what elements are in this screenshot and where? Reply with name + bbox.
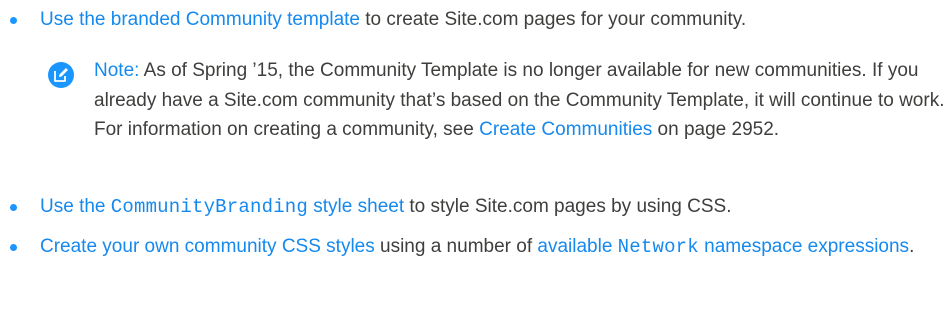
list-item: Use the CommunityBranding style sheet to… bbox=[0, 192, 952, 222]
note-label: Note: bbox=[94, 60, 140, 81]
edit-pencil-icon bbox=[48, 62, 74, 88]
list-item: Create your own community CSS styles usi… bbox=[0, 232, 952, 262]
list-item-text: using a number of bbox=[374, 236, 538, 257]
bullet-icon bbox=[10, 204, 17, 211]
list-item-text: to create Site.com pages for your commun… bbox=[360, 9, 747, 30]
list-item: Use the branded Community template to cr… bbox=[0, 5, 952, 34]
note-body: Note: As of Spring ’15, the Community Te… bbox=[94, 56, 950, 145]
network-namespace-link[interactable]: available Network namespace expressions bbox=[537, 236, 910, 258]
community-template-link[interactable]: Use the branded Community template bbox=[40, 9, 360, 30]
community-branding-link[interactable]: Use the CommunityBranding style sheet bbox=[40, 196, 405, 218]
link-text: namespace expressions bbox=[698, 236, 910, 257]
note-page-ref: on page 2952. bbox=[652, 119, 780, 140]
document: Use the branded Community template to cr… bbox=[0, 0, 952, 324]
list-item-text: . bbox=[909, 236, 915, 257]
bullet-icon bbox=[10, 244, 17, 251]
link-text: Use the bbox=[40, 196, 111, 217]
css-styles-link[interactable]: Create your own community CSS styles bbox=[40, 236, 375, 257]
code-term: Network bbox=[617, 236, 699, 258]
link-text: available bbox=[537, 236, 618, 257]
code-term: CommunityBranding bbox=[110, 196, 308, 218]
note-callout: Note: As of Spring ’15, the Community Te… bbox=[40, 56, 950, 145]
list-item-text: to style Site.com pages by using CSS. bbox=[404, 196, 732, 217]
bullet-icon bbox=[10, 17, 17, 24]
create-communities-link[interactable]: Create Communities bbox=[479, 119, 652, 140]
link-text: style sheet bbox=[308, 196, 405, 217]
